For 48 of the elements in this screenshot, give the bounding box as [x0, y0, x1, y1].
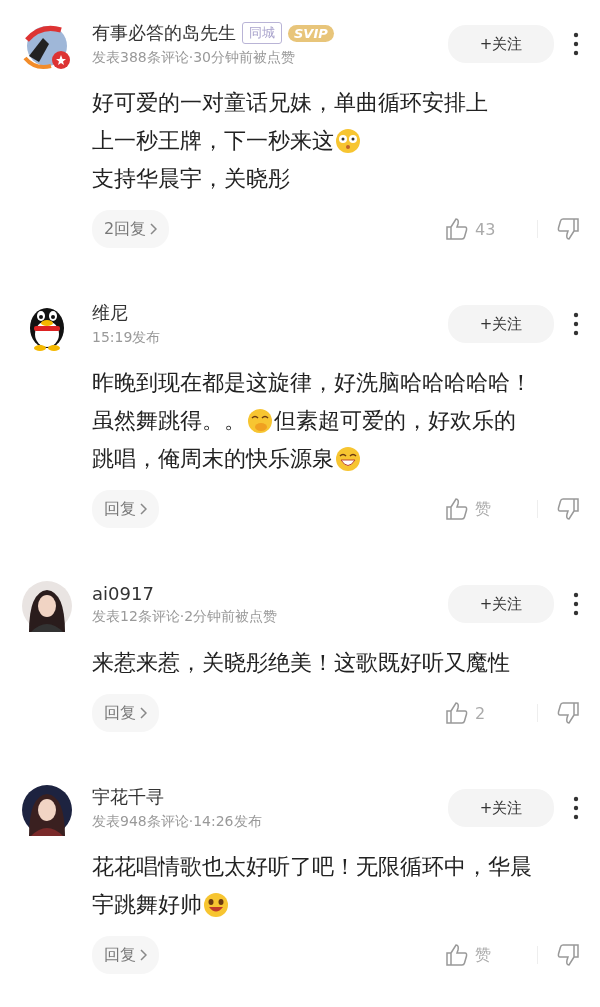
comment-text: 但素超可爱的，好欢乐的 — [274, 407, 516, 435]
city-tag: 同城 — [242, 22, 282, 44]
more-icon[interactable] — [572, 32, 580, 56]
chevron-icon — [150, 223, 158, 235]
comment-text: 虽然舞跳得。。 — [92, 407, 246, 435]
thumbs-down-icon[interactable] — [556, 701, 580, 725]
reply-button[interactable]: 2回复 — [92, 210, 170, 248]
vip-badge: SVIP — [288, 24, 334, 42]
thumbs-up-icon — [445, 217, 469, 241]
chevron-icon — [140, 949, 147, 961]
comment-text: 支持华晨宇，关晓彤 — [92, 165, 290, 193]
comment-text: 花花唱情歌也太好听了吧！无限循环中，华晨 — [92, 853, 532, 881]
thumbs-down-icon[interactable] — [556, 497, 580, 521]
giggle-face-icon — [246, 407, 274, 435]
reply-button[interactable]: 回复 — [92, 936, 159, 974]
user-name[interactable]: 宇花千寻 — [92, 785, 164, 809]
more-icon[interactable] — [572, 592, 580, 616]
comment-text: 上一秒王牌，下一秒来这 — [92, 127, 334, 155]
user-name[interactable]: ai0917 — [92, 582, 154, 604]
comment-text: 宇跳舞好帅 — [92, 891, 202, 919]
thumbs-up-icon — [445, 497, 469, 521]
follow-button[interactable]: +关注 — [448, 585, 554, 623]
reply-button[interactable]: 回复 — [92, 694, 159, 732]
comment-text: 来惹来惹，关晓彤绝美！这歌既好听又魔性 — [92, 649, 510, 677]
comment-text: 好可爱的一对童话兄妹，单曲循环安排上 — [92, 89, 488, 117]
comment-meta: 发表12条评论·2分钟前被点赞 — [92, 607, 279, 626]
thumbs-up-icon — [445, 701, 469, 725]
dizzy-face-icon — [334, 127, 362, 155]
thumbs-up-icon — [445, 943, 469, 967]
comment-meta: 发表388条评论·30分钟前被点赞 — [92, 49, 296, 67]
comment-text: 跳唱，俺周末的快乐源泉 — [92, 445, 334, 473]
grinning-face-icon — [334, 445, 362, 473]
user-name[interactable]: 有事必答的岛先生 — [92, 21, 236, 45]
chevron-icon — [140, 503, 147, 515]
comment-text: 昨晚到现在都是这旋律，好洗脑哈哈哈哈哈！ — [92, 369, 532, 397]
follow-button[interactable]: +关注 — [448, 305, 554, 343]
comment-meta: 发表948条评论·14:26发布 — [92, 813, 263, 831]
thumbs-down-icon[interactable] — [556, 943, 580, 967]
more-icon[interactable] — [572, 796, 580, 820]
smiling-face-icon — [202, 891, 230, 919]
chevron-icon — [140, 707, 147, 719]
thumbs-down-icon[interactable] — [556, 217, 580, 241]
more-icon[interactable] — [572, 312, 580, 336]
user-name[interactable]: 维尼 — [92, 301, 128, 325]
reply-button[interactable]: 回复 — [92, 490, 159, 528]
comment-meta: 15:19发布 — [92, 329, 162, 347]
follow-button[interactable]: +关注 — [448, 789, 554, 827]
follow-button[interactable]: +关注 — [448, 25, 554, 63]
